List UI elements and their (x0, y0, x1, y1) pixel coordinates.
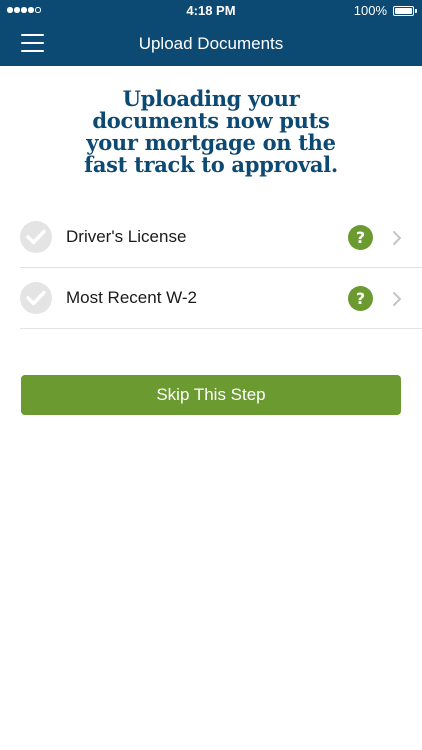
battery-nub (415, 9, 417, 13)
battery-percentage: 100% (353, 3, 387, 18)
headline-line: fast track to approval. (84, 152, 338, 177)
status-bar: 4:18 PM 100% (0, 0, 422, 22)
page-title: Upload Documents (138, 34, 284, 53)
question-icon[interactable]: ? (348, 286, 373, 311)
document-row-drivers-license[interactable]: Driver's License ? (20, 207, 422, 268)
headline-line: documents now puts (92, 108, 330, 133)
nav-bar: Upload Documents (0, 22, 422, 66)
check-circle-icon (20, 282, 52, 314)
battery-icon (393, 6, 414, 16)
check-circle-icon (20, 221, 52, 253)
chevron-right-icon (392, 291, 402, 312)
question-icon[interactable]: ? (348, 225, 373, 250)
document-label: Most Recent W-2 (66, 288, 198, 307)
headline-line: Uploading your (122, 86, 300, 111)
document-row-w2[interactable]: Most Recent W-2 ? (20, 268, 422, 329)
chevron-right-icon (392, 230, 402, 251)
skip-step-button[interactable]: Skip This Step (21, 375, 401, 415)
headline-line: your mortgage on the (86, 130, 336, 155)
document-label: Driver's License (66, 227, 187, 246)
headline: Uploading your documents now puts your m… (20, 88, 402, 176)
top-bar: 4:18 PM 100% Upload Documents (0, 0, 422, 66)
